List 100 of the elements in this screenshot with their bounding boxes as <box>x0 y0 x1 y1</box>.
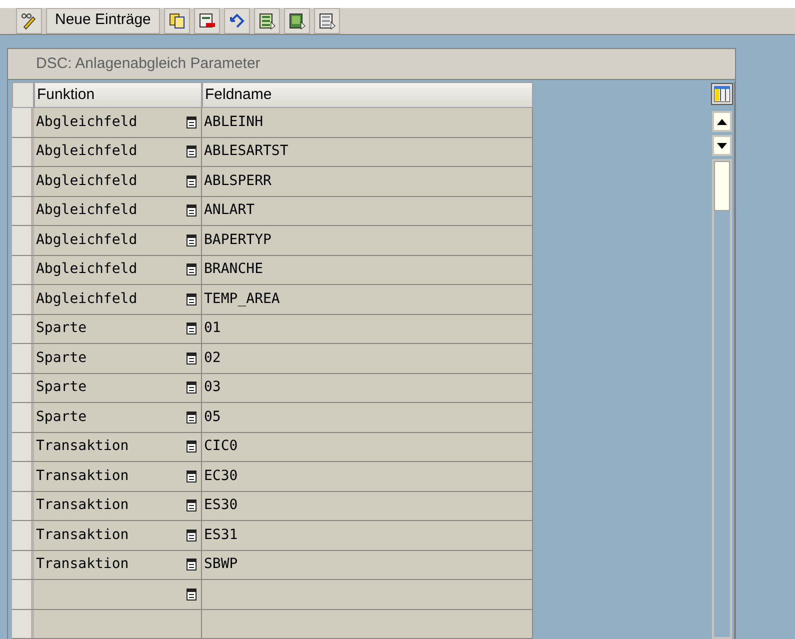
function-cell[interactable] <box>34 610 202 638</box>
field-name-value: ABLEINH <box>204 112 264 132</box>
column-settings-icon[interactable] <box>710 83 732 105</box>
value-help-icon[interactable] <box>186 381 197 394</box>
field-name-cell[interactable] <box>202 610 533 638</box>
field-name-value: 01 <box>204 319 221 338</box>
field-name-cell[interactable]: ES31 <box>202 521 533 550</box>
deselect-all-icon <box>318 12 336 30</box>
function-cell[interactable]: Transaktion <box>34 432 202 461</box>
value-help-icon[interactable] <box>186 292 197 306</box>
select-all-cell[interactable] <box>12 82 34 108</box>
toolbar-button[interactable] <box>314 8 340 34</box>
function-value: Transaktion <box>36 466 129 486</box>
down-arrow-icon <box>716 142 726 148</box>
select-block-icon <box>288 12 306 30</box>
field-name-cell[interactable]: ABLEINH <box>202 108 533 136</box>
value-help-icon[interactable] <box>186 116 197 129</box>
function-cell[interactable]: Transaktion <box>34 521 202 550</box>
field-name-cell[interactable]: BAPERTYP <box>202 226 533 254</box>
pencil-icon <box>20 12 38 30</box>
function-cell[interactable]: Sparte <box>34 314 202 343</box>
toolbar-button[interactable] <box>194 8 220 34</box>
scroll-down-button[interactable] <box>712 135 732 156</box>
field-name-cell[interactable]: ABLESARTST <box>202 138 533 166</box>
toolbar-button[interactable] <box>164 8 190 34</box>
field-name-value: 03 <box>204 378 221 398</box>
value-help-icon[interactable] <box>186 322 197 336</box>
scroll-up-button[interactable] <box>712 111 732 132</box>
copy-icon <box>168 12 186 30</box>
function-value: Sparte <box>36 348 87 368</box>
function-cell[interactable]: Transaktion <box>34 550 202 579</box>
scrollbar-thumb[interactable] <box>714 161 730 211</box>
field-name-cell[interactable]: BRANCHE <box>202 256 533 284</box>
function-cell[interactable]: Sparte <box>34 403 202 432</box>
value-help-icon[interactable] <box>186 204 197 218</box>
value-help-icon[interactable] <box>186 145 197 158</box>
table-title: DSC: Anlagenabgleich Parameter <box>36 54 260 74</box>
field-name-value: BAPERTYP <box>204 230 272 250</box>
function-cell[interactable]: Abgleichfeld <box>34 108 202 136</box>
field-name-cell[interactable]: SBWP <box>202 550 533 579</box>
function-value: Sparte <box>36 408 87 427</box>
field-name-value: ABLESARTST <box>204 142 288 162</box>
function-cell[interactable]: Abgleichfeld <box>34 138 202 166</box>
function-cell[interactable]: Sparte <box>34 374 202 402</box>
value-help-icon[interactable] <box>186 588 197 601</box>
function-value: Sparte <box>36 378 87 398</box>
field-name-cell[interactable]: 01 <box>202 314 533 343</box>
value-help-icon[interactable] <box>186 440 197 454</box>
function-cell[interactable]: Abgleichfeld <box>34 226 202 254</box>
field-name-cell[interactable]: TEMP_AREA <box>202 285 533 314</box>
column-header[interactable]: Funktion <box>34 82 202 108</box>
undo-icon <box>228 12 246 30</box>
value-help-icon[interactable] <box>186 352 197 365</box>
toolbar-button[interactable] <box>224 8 250 34</box>
value-help-icon[interactable] <box>186 528 197 542</box>
field-name-cell[interactable]: CIC0 <box>202 432 533 461</box>
function-value: Abgleichfeld <box>36 290 138 309</box>
function-value: Sparte <box>36 319 87 338</box>
function-cell[interactable]: Abgleichfeld <box>34 196 202 225</box>
value-help-icon[interactable] <box>186 234 197 247</box>
field-name-cell[interactable]: 05 <box>202 403 533 432</box>
new-entries-button[interactable]: Neue Einträge <box>46 8 160 34</box>
function-value: Abgleichfeld <box>36 260 138 280</box>
function-value: Abgleichfeld <box>36 230 138 250</box>
value-help-icon[interactable] <box>186 174 197 188</box>
field-name-cell[interactable]: 03 <box>202 374 533 402</box>
field-name-value: SBWP <box>204 555 238 574</box>
toolbar-button[interactable] <box>284 8 310 34</box>
function-cell[interactable]: Abgleichfeld <box>34 167 202 196</box>
column-header[interactable]: Feldname <box>202 82 533 108</box>
field-name-cell[interactable] <box>202 580 533 608</box>
field-name-value: ANLART <box>204 201 255 220</box>
scrollbar-track[interactable] <box>712 159 732 639</box>
function-value: Abgleichfeld <box>36 142 138 162</box>
field-name-value: TEMP_AREA <box>204 290 280 309</box>
field-name-cell[interactable]: EC30 <box>202 462 533 490</box>
function-cell[interactable] <box>34 580 202 608</box>
function-value: Transaktion <box>36 437 129 456</box>
function-cell[interactable]: Sparte <box>34 344 202 372</box>
value-help-icon[interactable] <box>186 470 197 483</box>
field-name-cell[interactable]: ABLSPERR <box>202 167 533 196</box>
value-help-icon[interactable] <box>186 499 197 512</box>
value-help-icon[interactable] <box>186 410 197 424</box>
function-cell[interactable]: Abgleichfeld <box>34 256 202 284</box>
field-name-cell[interactable]: 02 <box>202 344 533 372</box>
field-name-value: BRANCHE <box>204 260 264 280</box>
function-value: Abgleichfeld <box>36 201 138 220</box>
function-cell[interactable]: Abgleichfeld <box>34 285 202 314</box>
function-cell[interactable]: Transaktion <box>34 492 202 520</box>
function-value: Transaktion <box>36 496 129 516</box>
field-name-cell[interactable]: ES30 <box>202 492 533 520</box>
value-help-icon[interactable] <box>186 558 197 572</box>
value-help-icon[interactable] <box>186 263 197 276</box>
up-arrow-icon <box>716 118 726 124</box>
function-value: Transaktion <box>36 526 129 545</box>
field-name-cell[interactable]: ANLART <box>202 196 533 225</box>
function-cell[interactable]: Transaktion <box>34 462 202 490</box>
toolbar-button[interactable] <box>16 8 42 34</box>
toolbar-button[interactable] <box>254 8 280 34</box>
function-value: Transaktion <box>36 555 129 574</box>
